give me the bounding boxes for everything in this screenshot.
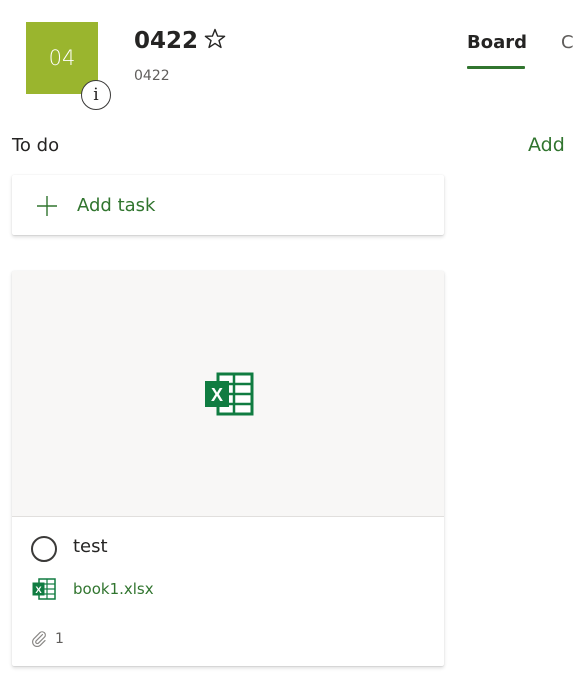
- task-title[interactable]: test: [73, 536, 108, 557]
- plan-subtitle: 0422: [134, 68, 170, 84]
- attachment-preview[interactable]: X: [12, 271, 444, 517]
- svg-text:X: X: [211, 385, 223, 405]
- tab-board-underline: [467, 66, 525, 69]
- info-icon[interactable]: i: [81, 80, 111, 110]
- complete-task-checkbox[interactable]: [31, 536, 57, 562]
- plan-tile-text: 04: [48, 46, 76, 70]
- attachment-link[interactable]: book1.xlsx: [73, 580, 154, 598]
- task-card[interactable]: X test X book1.xlsx 1: [12, 271, 444, 666]
- bucket-title: To do: [12, 135, 60, 156]
- tab-board[interactable]: Board: [467, 32, 527, 53]
- star-icon[interactable]: [203, 27, 227, 51]
- add-bucket-button[interactable]: Add: [528, 134, 565, 156]
- attachment-count: 1: [55, 631, 64, 647]
- svg-text:X: X: [35, 585, 42, 596]
- add-task-button[interactable]: Add task: [12, 175, 444, 235]
- tab-next-partial[interactable]: C: [561, 32, 573, 53]
- excel-icon: X: [205, 372, 254, 416]
- add-task-label: Add task: [77, 195, 156, 216]
- excel-icon: X: [32, 578, 56, 600]
- plan-title: 0422: [134, 28, 199, 54]
- paperclip-icon: [31, 631, 46, 647]
- plus-icon: [37, 196, 57, 216]
